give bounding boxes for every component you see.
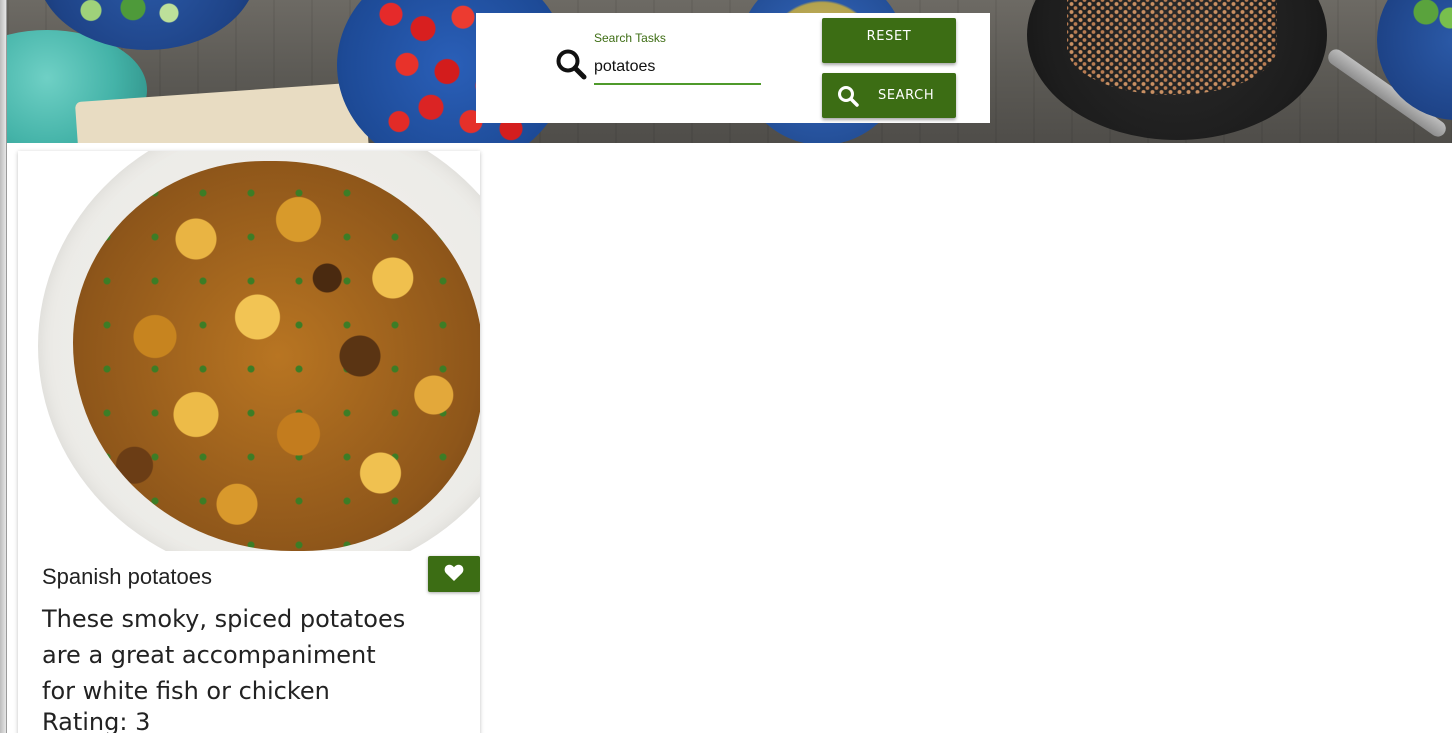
grains-image (1067, 0, 1277, 95)
search-field-label: Search Tasks (594, 31, 666, 45)
reset-button[interactable]: RESET (822, 18, 956, 63)
recipe-image (18, 151, 480, 551)
rating-value: 3 (135, 708, 151, 733)
recipe-rating: Rating: 3 (42, 708, 150, 733)
search-input[interactable] (594, 51, 761, 85)
page: Search Tasks RESET SEARCH Spanish potato… (0, 0, 1452, 733)
window-edge (0, 0, 7, 733)
search-button[interactable]: SEARCH (822, 73, 956, 118)
reset-button-label: RESET (866, 29, 912, 44)
recipe-description: These smoky, spiced potatoes are a great… (42, 605, 406, 705)
search-icon (837, 85, 859, 107)
herbs-image (1402, 0, 1452, 30)
search-button-label: SEARCH (878, 88, 935, 103)
cucumber-image (67, 0, 187, 26)
rating-label: Rating: (42, 708, 128, 733)
heart-icon (444, 564, 464, 585)
recipe-title: Spanish potatoes (42, 564, 213, 589)
search-field: Search Tasks (594, 29, 761, 89)
favorite-button[interactable] (428, 556, 480, 592)
search-icon (555, 48, 587, 80)
recipe-card: Spanish potatoes These smoky, spiced pot… (18, 151, 480, 733)
search-panel: Search Tasks RESET SEARCH (476, 13, 990, 123)
